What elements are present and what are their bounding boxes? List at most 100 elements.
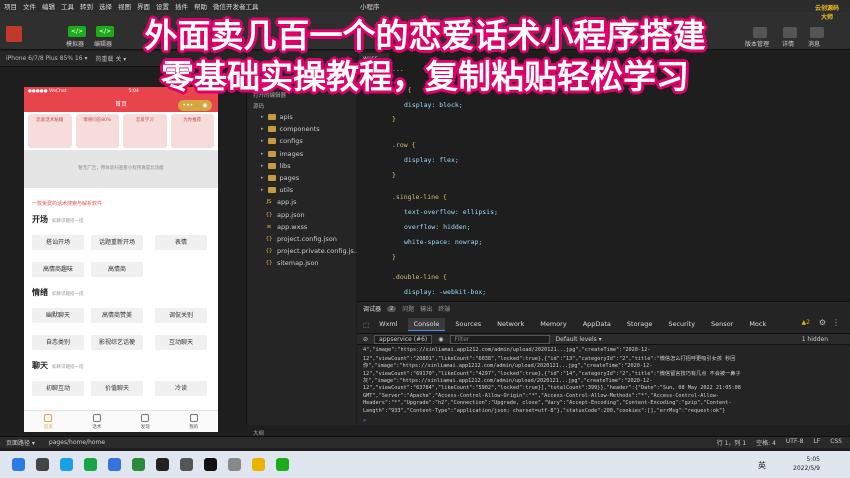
tag-button[interactable]: 表情 (155, 235, 207, 250)
tag-button[interactable]: 高情商 (91, 262, 143, 277)
folder-item[interactable]: ▸ components (261, 125, 320, 133)
status-item[interactable]: 空格: 4 (756, 438, 776, 447)
banner-item[interactable]: 为你推荐 (170, 114, 214, 148)
tab-mine[interactable]: 我的 (170, 411, 219, 432)
source-header[interactable]: 源码 (253, 102, 264, 110)
more-vertical-icon[interactable]: ⋮ (832, 318, 840, 327)
file-icon: {} (265, 236, 273, 242)
devtools-tab[interactable]: Sources (449, 318, 487, 331)
tab-discover[interactable]: 发现 (121, 411, 170, 432)
console-prompt[interactable]: > (363, 418, 844, 424)
capsule-button[interactable]: ••• ◉ (178, 100, 212, 111)
phone-simulator: ●●●●● WeChat 5:04 100% 首页 ••• ◉ 恋爱话术秘籍 情感… (24, 87, 218, 432)
app-icon[interactable] (228, 458, 241, 471)
tag-button[interactable]: 搭讪开场 (32, 235, 84, 250)
devtools-tab[interactable]: Wxml (373, 318, 403, 331)
levels-select[interactable]: Default levels ▾ (556, 336, 602, 343)
filter-input[interactable]: Filter (449, 334, 550, 344)
file-item[interactable]: {} app.json (261, 211, 305, 219)
tag-button[interactable]: 影视综艺话梗 (91, 335, 143, 350)
tag-button[interactable]: 互动聊天 (155, 335, 207, 350)
tag-button[interactable]: 话题重新开场 (91, 235, 143, 250)
start-icon[interactable] (12, 458, 25, 471)
file-item[interactable]: {} project.config.json (261, 235, 337, 243)
tag-button[interactable]: 高情商趣味 (32, 262, 84, 277)
folder-item[interactable]: ▸ configs (261, 137, 303, 145)
folder-item[interactable]: ▸ apis (261, 113, 293, 121)
file-item[interactable]: ≡ app.wxss (261, 223, 308, 231)
app-icon[interactable] (252, 458, 265, 471)
tab-problems[interactable]: 问题 (402, 304, 414, 313)
eye-icon[interactable]: ◉ (438, 336, 443, 343)
ad-placeholder: 暂无广告，用体验扫查看小程序真是北功能 (24, 150, 218, 188)
chevron-right-icon: ▸ (261, 126, 264, 133)
tag-button[interactable]: 冷读 (155, 381, 207, 396)
tab-output[interactable]: 输出 (420, 304, 432, 313)
settings-gear-icon[interactable]: ⚙ (819, 318, 826, 327)
banner-item[interactable]: 恋爱学习 (123, 114, 167, 148)
banner-item[interactable]: 恋爱话术秘籍 (28, 114, 72, 148)
folder-item[interactable]: ▸ pages (261, 174, 299, 182)
clear-console-icon[interactable]: ⊘ (363, 336, 368, 343)
inspect-icon[interactable]: ⬚ (363, 321, 369, 329)
home-icon (44, 413, 53, 422)
file-item[interactable]: {} project.private.config.js... (261, 247, 361, 255)
code-line: display: block; (404, 101, 463, 109)
file-name: components (279, 125, 320, 134)
banner-row: 恋爱话术秘籍 情感问答80% 恋爱学习 为你推荐 (28, 114, 214, 148)
chevron-right-icon: ▸ (261, 187, 264, 194)
ime-indicator[interactable]: 英 (758, 460, 766, 471)
tag-button[interactable]: 自恋类别 (32, 335, 84, 350)
app-icon[interactable] (180, 458, 193, 471)
status-item[interactable]: UTF-8 (786, 438, 804, 447)
wechat-icon[interactable] (84, 458, 97, 471)
flame-icon (141, 413, 150, 422)
section-title-opening: 开场 如聊识趣搭一搭 (32, 215, 84, 224)
clock[interactable]: 5:05 2022/5/9 (793, 455, 820, 473)
banner-item[interactable]: 情感问答80% (75, 114, 119, 148)
app-icon[interactable] (156, 458, 169, 471)
folder-item[interactable]: ▸ utils (261, 186, 293, 194)
context-select[interactable]: appservice (#6) (374, 334, 433, 344)
capcut-icon[interactable] (204, 458, 217, 471)
status-item[interactable]: 行 1，列 1 (717, 438, 746, 447)
file-item[interactable]: JS app.js (261, 198, 296, 206)
more-icon[interactable]: ••• (183, 102, 194, 109)
close-circle-icon[interactable]: ◉ (202, 102, 207, 109)
code-line: overflow: hidden; (404, 223, 471, 231)
devtools-tab[interactable]: Memory (534, 318, 572, 331)
tag-button[interactable]: 价值聊天 (91, 381, 143, 396)
devtools-tab[interactable]: Sensor (705, 318, 739, 331)
devtools-tab[interactable]: Mock (743, 318, 772, 331)
tag-button[interactable]: 幽默聊天 (32, 308, 84, 323)
status-item[interactable]: LF (813, 438, 820, 447)
console-line: 你","image":"https://xinliamai.app1212.co… (363, 363, 653, 370)
app-icon[interactable] (132, 458, 145, 471)
devtools-tab[interactable]: Console (407, 318, 446, 331)
console-filter-bar: ⊘ appservice (#6) ◉ Filter Default level… (357, 333, 850, 345)
devtools-icon[interactable] (276, 458, 289, 471)
search-icon[interactable] (36, 458, 49, 471)
warning-count[interactable]: ▲2 (802, 319, 810, 326)
tag-button[interactable]: 调侃关别 (155, 308, 207, 323)
page-path-label[interactable]: 页面路径 ▾ (6, 438, 35, 447)
browser-icon[interactable] (60, 458, 73, 471)
file-item[interactable]: {} sitemap.json (261, 259, 319, 267)
devtools-tab[interactable]: AppData (577, 318, 617, 331)
folder-item[interactable]: ▸ images (261, 150, 303, 158)
code-line: text-overflow: ellipsis; (404, 208, 498, 216)
file-icon: ≡ (266, 223, 272, 230)
file-name: images (279, 149, 304, 158)
tab-home[interactable]: 首页 (24, 411, 73, 432)
tab-script[interactable]: 话术 (73, 411, 122, 432)
app-icon[interactable] (108, 458, 121, 471)
devtools-tab[interactable]: Security (662, 318, 701, 331)
devtools-tab[interactable]: Network (491, 318, 530, 331)
folder-item[interactable]: ▸ libs (261, 162, 291, 170)
tag-button[interactable]: 初聊互动 (32, 381, 84, 396)
devtools-tab[interactable]: Storage (621, 318, 658, 331)
tag-button[interactable]: 高情商赞美 (91, 308, 143, 323)
status-item[interactable]: CSS (830, 438, 842, 447)
file-icon: {} (265, 248, 273, 255)
tab-terminal[interactable]: 终端 (438, 304, 450, 313)
